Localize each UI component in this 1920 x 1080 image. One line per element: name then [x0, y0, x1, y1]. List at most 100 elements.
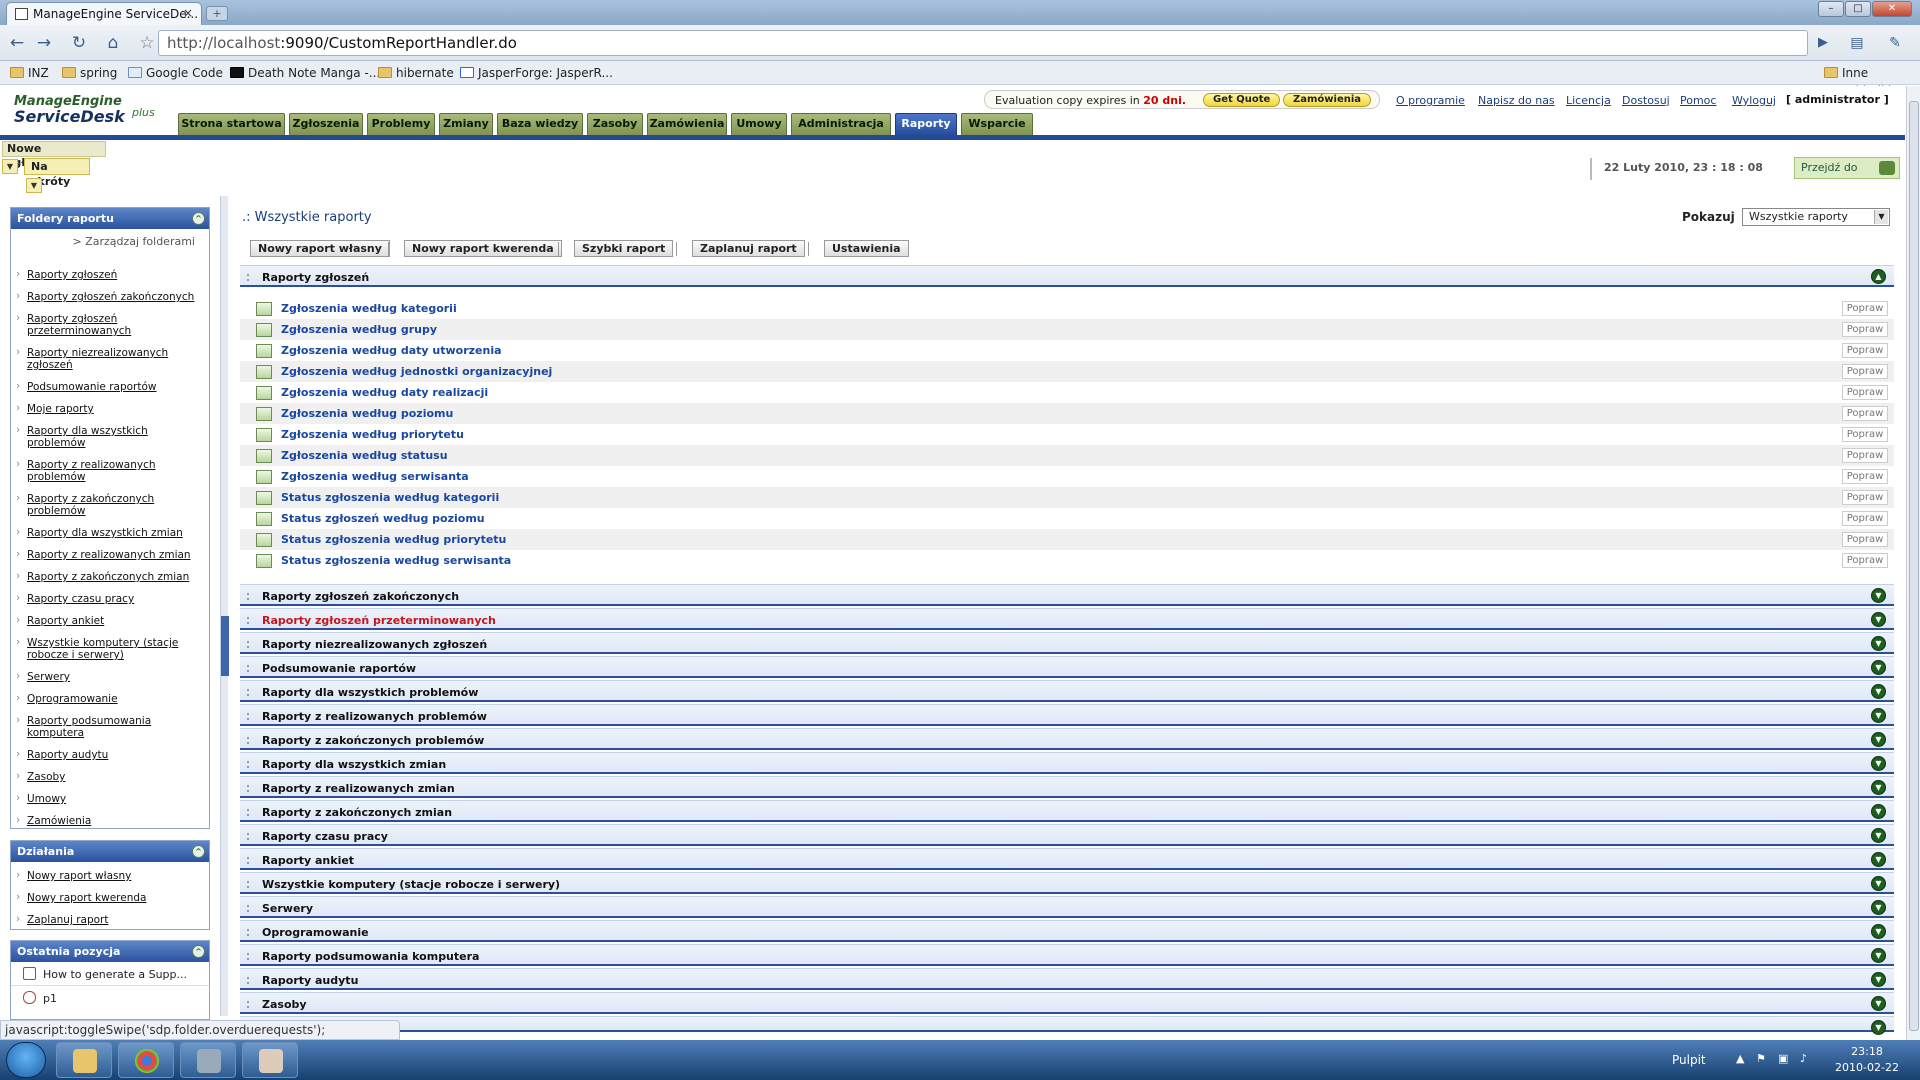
- expand-section-icon[interactable]: ▼: [1871, 804, 1886, 819]
- section-header[interactable]: ▼: [240, 1016, 1894, 1035]
- tab-purchase[interactable]: Zamówienia: [647, 113, 727, 135]
- collapse-section-icon[interactable]: ▲: [1871, 269, 1886, 284]
- folder-link[interactable]: Raporty podsumowania komputera: [11, 714, 209, 739]
- tray-expand-icon[interactable]: ▲: [1736, 1052, 1750, 1066]
- collapse-sidebar-handle[interactable]: [221, 616, 229, 676]
- new-request-button[interactable]: Nowe zgłoszenie: [2, 141, 106, 169]
- folder-link[interactable]: Raporty czasu pracy: [11, 592, 209, 605]
- report-link[interactable]: Zgłoszenia według daty utworzenia: [281, 344, 502, 357]
- expand-section-icon[interactable]: ▼: [1871, 636, 1886, 651]
- tab-changes[interactable]: Zmiany: [439, 113, 493, 135]
- expand-section-icon[interactable]: ▼: [1871, 924, 1886, 939]
- taskbar-paint[interactable]: [242, 1042, 298, 1078]
- folder-link[interactable]: Raporty z zakończonych problemów: [11, 492, 209, 517]
- bookmark-item[interactable]: Death Note Manga -...: [228, 64, 380, 82]
- expand-section-icon[interactable]: ▼: [1871, 708, 1886, 723]
- expand-section-icon[interactable]: ▼: [1871, 684, 1886, 699]
- edit-report-button[interactable]: Popraw: [1842, 532, 1888, 547]
- tab-reports[interactable]: Raporty: [895, 113, 957, 135]
- collapse-icon[interactable]: ^: [192, 845, 205, 858]
- taskbar-clock[interactable]: 23:18 2010-02-22: [1832, 1044, 1902, 1076]
- bookmark-item[interactable]: INZ: [8, 64, 49, 82]
- browser-tab[interactable]: ManageEngine ServiceDe... ×: [6, 2, 202, 25]
- edit-report-button[interactable]: Popraw: [1842, 322, 1888, 337]
- section-header[interactable]: Zasoby ▼: [240, 992, 1894, 1014]
- manage-folders-link[interactable]: > Zarządzaj folderami: [11, 229, 209, 257]
- new-custom-report-button[interactable]: Nowy raport własny: [250, 240, 390, 257]
- section-header[interactable]: Wszystkie komputery (stacje robocze i se…: [240, 872, 1894, 894]
- edit-report-button[interactable]: Popraw: [1842, 364, 1888, 379]
- report-link[interactable]: Status zgłoszenia według priorytetu: [281, 533, 506, 546]
- expand-section-icon[interactable]: ▼: [1871, 876, 1886, 891]
- new-query-report-button[interactable]: Nowy raport kwerenda: [404, 240, 562, 257]
- action-link[interactable]: Zaplanuj raport: [11, 913, 209, 926]
- tab-support[interactable]: Wsparcie: [961, 113, 1033, 135]
- report-link[interactable]: Zgłoszenia według serwisanta: [281, 470, 469, 483]
- edit-report-button[interactable]: Popraw: [1842, 406, 1888, 421]
- star-icon[interactable]: ☆: [136, 32, 158, 54]
- settings-button[interactable]: Ustawienia: [824, 240, 909, 257]
- collapse-icon[interactable]: ^: [192, 945, 205, 958]
- edit-report-button[interactable]: Popraw: [1842, 553, 1888, 568]
- folder-link[interactable]: Raporty niezrealizowanych zgłoszeń: [11, 346, 209, 371]
- edit-report-button[interactable]: Popraw: [1842, 490, 1888, 505]
- minimize-icon[interactable]: –: [1818, 1, 1844, 17]
- folder-link[interactable]: Raporty dla wszystkich zmian: [11, 526, 209, 539]
- desktop-toolbar[interactable]: Pulpit: [1672, 1053, 1706, 1067]
- taskbar-explorer[interactable]: [56, 1042, 112, 1078]
- license-link[interactable]: Licencja: [1566, 94, 1611, 107]
- report-link[interactable]: Status zgłoszenia według kategorii: [281, 491, 499, 504]
- folder-link[interactable]: Raporty z zakończonych zmian: [11, 570, 209, 583]
- forward-icon[interactable]: →: [33, 32, 55, 54]
- folder-link[interactable]: Raporty ankiet: [11, 614, 209, 627]
- folder-link[interactable]: Raporty zgłoszeń zakończonych: [11, 290, 209, 303]
- folder-link[interactable]: Serwery: [11, 670, 209, 683]
- edit-report-button[interactable]: Popraw: [1842, 427, 1888, 442]
- go-icon[interactable]: ▶: [1812, 32, 1834, 54]
- folder-link[interactable]: Raporty zgłoszeń: [11, 268, 209, 281]
- folder-link[interactable]: Zamówienia: [11, 814, 209, 827]
- section-header[interactable]: Raporty audytu ▼: [240, 968, 1894, 990]
- section-header[interactable]: Raporty dla wszystkich problemów ▼: [240, 680, 1894, 702]
- get-quote-button[interactable]: Get Quote: [1203, 93, 1281, 107]
- expand-section-icon[interactable]: ▼: [1871, 900, 1886, 915]
- folder-link[interactable]: Raporty audytu: [11, 748, 209, 761]
- section-header[interactable]: Raporty z realizowanych problemów ▼: [240, 704, 1894, 726]
- expand-section-icon[interactable]: ▼: [1871, 660, 1886, 675]
- edit-report-button[interactable]: Popraw: [1842, 469, 1888, 484]
- folder-link[interactable]: Raporty z realizowanych zmian: [11, 548, 209, 561]
- edit-report-button[interactable]: Popraw: [1842, 343, 1888, 358]
- recent-item[interactable]: p1: [11, 986, 209, 1010]
- section-header[interactable]: Raporty zgłoszeń przeterminowanych ▼: [240, 608, 1894, 630]
- folder-link[interactable]: Raporty dla wszystkich problemów: [11, 424, 209, 449]
- collapse-icon[interactable]: ^: [192, 212, 205, 225]
- other-bookmarks[interactable]: Inne zakładki: [1822, 64, 1920, 98]
- expand-section-icon[interactable]: ▼: [1871, 732, 1886, 747]
- shortcuts-dropdown-icon[interactable]: ▼: [26, 178, 42, 193]
- edit-report-button[interactable]: Popraw: [1842, 385, 1888, 400]
- goto-button[interactable]: Przejdź do: [1794, 157, 1900, 179]
- section-header[interactable]: Raporty ankiet ▼: [240, 848, 1894, 870]
- folder-link[interactable]: Oprogramowanie: [11, 692, 209, 705]
- logout-link[interactable]: Wyloguj: [1732, 94, 1776, 107]
- tab-assets[interactable]: Zasoby: [587, 113, 643, 135]
- shortcuts-button[interactable]: Na skróty: [24, 158, 90, 188]
- edit-report-button[interactable]: Popraw: [1842, 448, 1888, 463]
- folder-link[interactable]: Moje raporty: [11, 402, 209, 415]
- section-header[interactable]: Oprogramowanie ▼: [240, 920, 1894, 942]
- address-bar[interactable]: http://localhost:9090/CustomReportHandle…: [158, 30, 1808, 56]
- action-link[interactable]: Nowy raport kwerenda: [11, 891, 209, 904]
- show-filter-select[interactable]: Wszystkie raporty ▼: [1742, 208, 1890, 226]
- flag-icon[interactable]: ⚑: [1756, 1052, 1770, 1066]
- expand-section-icon[interactable]: ▼: [1871, 852, 1886, 867]
- folder-link[interactable]: Podsumowanie raportów: [11, 380, 209, 393]
- start-button[interactable]: [6, 1042, 46, 1078]
- edit-report-button[interactable]: Popraw: [1842, 511, 1888, 526]
- edit-report-button[interactable]: Popraw: [1842, 301, 1888, 316]
- tab-contracts[interactable]: Umowy: [731, 113, 787, 135]
- section-header[interactable]: Raporty z realizowanych zmian ▼: [240, 776, 1894, 798]
- expand-section-icon[interactable]: ▼: [1871, 972, 1886, 987]
- expand-section-icon[interactable]: ▼: [1871, 1020, 1886, 1035]
- section-header[interactable]: Raporty z zakończonych zmian ▼: [240, 800, 1894, 822]
- new-request-dropdown-icon[interactable]: ▼: [2, 159, 18, 174]
